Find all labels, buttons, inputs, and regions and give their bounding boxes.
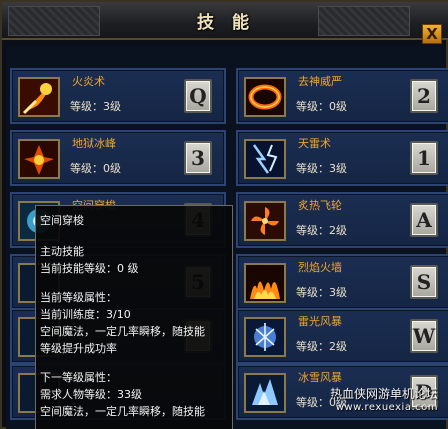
- skill-window: 技 能 X 火炎术 等级：3级 Q 去神威严 等级：0级 2 地狱冰峰 等级：0…: [0, 0, 448, 429]
- tooltip-next-attr-label: 下一等级属性：: [40, 371, 117, 384]
- skill-name: 地狱冰峰: [72, 137, 116, 150]
- title-bar[interactable]: 技 能: [2, 2, 448, 40]
- skill-level: 等级：0级: [70, 162, 121, 175]
- skill-name: 炙热飞轮: [298, 199, 342, 212]
- skill-level: 等级：2级: [296, 340, 347, 353]
- skill-name: 天雷术: [298, 137, 331, 150]
- tooltip-current-training: 当前训练度：3/10: [40, 308, 131, 321]
- window-title: 技 能: [197, 13, 255, 33]
- hotkey-badge[interactable]: S: [410, 265, 438, 299]
- watermark-url: www.rexuexia.com: [335, 402, 438, 413]
- skill-name: 烈焰火墙: [298, 261, 342, 274]
- skill-slot-thunder[interactable]: 天雷术 等级：3级 1: [236, 130, 448, 186]
- tooltip-current-attr-label: 当前等级属性：: [40, 291, 117, 304]
- lightning-storm-icon[interactable]: [244, 317, 286, 357]
- tooltip-current-level: 当前技能等级：0 级: [40, 262, 139, 275]
- skill-name: 冰雪风暴: [298, 371, 342, 384]
- skill-slot-lightning-storm[interactable]: 雷光风暴 等级：2级 W: [236, 308, 448, 364]
- fireball-icon[interactable]: [18, 77, 60, 117]
- tooltip-skill-type: 主动技能: [40, 245, 84, 258]
- thunder-icon[interactable]: [244, 139, 286, 179]
- hotkey-badge[interactable]: Q: [184, 79, 212, 113]
- tooltip-next-desc: 空间魔法，一定几率瞬移，随技能: [40, 405, 205, 418]
- skill-level: 等级：0级: [296, 100, 347, 113]
- skill-slot-fire-wall[interactable]: 烈焰火墙 等级：3级 S: [236, 254, 448, 310]
- skill-level: 等级：3级: [296, 162, 347, 175]
- skill-slot-fireball[interactable]: 火炎术 等级：3级 Q: [10, 68, 226, 124]
- hotkey-badge[interactable]: W: [410, 319, 438, 353]
- skill-name: 雷光风暴: [298, 315, 342, 328]
- skill-slot-flame-wheel[interactable]: 炙热飞轮 等级：2级 A: [236, 192, 448, 248]
- watermark-text: 热血侠网游单机论坛: [329, 387, 438, 401]
- hell-fire-icon[interactable]: [18, 139, 60, 179]
- skill-level: 等级：2级: [296, 224, 347, 237]
- skill-tooltip: 空间穿梭 主动技能 当前技能等级：0 级 当前等级属性： 当前训练度：3/10 …: [35, 205, 233, 429]
- hotkey-badge[interactable]: A: [410, 203, 438, 237]
- watermark: 热血侠网游单机论坛 www.rexuexia.com: [330, 385, 438, 413]
- hotkey-badge[interactable]: 1: [410, 141, 438, 175]
- hotkey-badge[interactable]: 2: [410, 79, 438, 113]
- skill-slot-fire-ring[interactable]: 去神威严 等级：0级 2: [236, 68, 448, 124]
- skill-level: 等级：3级: [296, 286, 347, 299]
- skill-name: 去神威严: [298, 75, 342, 88]
- fire-ring-icon[interactable]: [244, 77, 286, 117]
- tooltip-title: 空间穿梭: [40, 214, 84, 227]
- ice-storm-icon[interactable]: [244, 373, 286, 413]
- skill-level: 等级：3级: [70, 100, 121, 113]
- skill-name: 火炎术: [72, 75, 105, 88]
- skill-slot-hell-fire[interactable]: 地狱冰峰 等级：0级 3: [10, 130, 226, 186]
- tooltip-current-desc-2: 等级提升成功率: [40, 342, 117, 355]
- tooltip-next-required: 需求人物等级：33级: [40, 388, 142, 401]
- flame-wheel-icon[interactable]: [244, 201, 286, 241]
- close-button[interactable]: X: [422, 24, 442, 44]
- hotkey-badge[interactable]: 3: [184, 141, 212, 175]
- tooltip-current-desc: 空间魔法，一定几率瞬移，随技能: [40, 325, 205, 338]
- fire-wall-icon[interactable]: [244, 263, 286, 303]
